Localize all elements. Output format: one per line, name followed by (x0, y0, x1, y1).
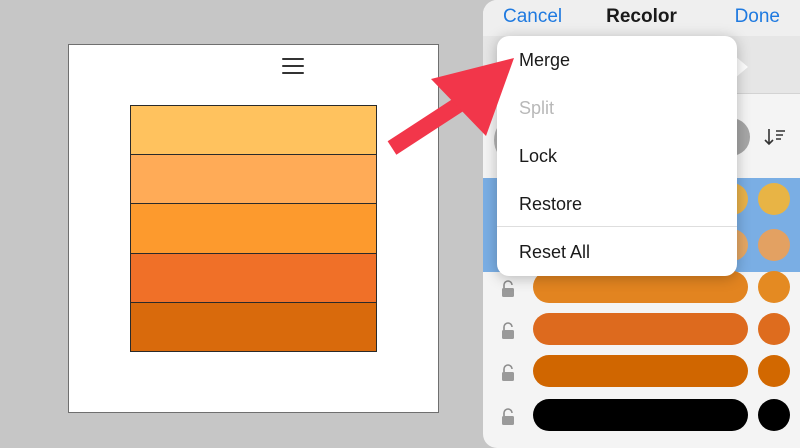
color-dot[interactable] (758, 399, 790, 431)
color-pill[interactable] (533, 399, 748, 431)
lock-icon[interactable] (501, 322, 515, 340)
color-row[interactable] (483, 352, 800, 398)
lock-icon[interactable] (501, 364, 515, 382)
menu-item-lock[interactable]: Lock (497, 132, 737, 180)
swatch-band (131, 106, 376, 156)
color-row[interactable] (483, 396, 800, 442)
menu-item-reset-all[interactable]: Reset All (497, 228, 737, 276)
swatch-band (131, 253, 376, 303)
menu-icon[interactable] (282, 58, 304, 74)
done-button[interactable]: Done (735, 6, 780, 28)
color-dot[interactable] (758, 183, 790, 215)
swatch-band (131, 204, 376, 254)
menu-item-merge[interactable]: Merge (497, 36, 737, 84)
color-dot[interactable] (758, 355, 790, 387)
menu-item-split[interactable]: Split (497, 84, 737, 132)
menu-separator (497, 226, 737, 227)
swatch-band (131, 302, 376, 352)
lock-icon[interactable] (501, 408, 515, 426)
color-dot[interactable] (758, 229, 790, 261)
popover-menu: Merge Split Lock Restore Reset All (497, 36, 737, 276)
color-dot[interactable] (758, 271, 790, 303)
color-pill[interactable] (533, 355, 748, 387)
lock-icon[interactable] (501, 280, 515, 298)
swatch-stack (130, 105, 377, 352)
sort-icon[interactable] (764, 127, 786, 147)
panel-header: Cancel Recolor Done (483, 0, 800, 36)
color-pill[interactable] (533, 313, 748, 345)
swatch-band (131, 155, 376, 205)
color-row[interactable] (483, 310, 800, 356)
color-dot[interactable] (758, 313, 790, 345)
menu-item-restore[interactable]: Restore (497, 180, 737, 228)
